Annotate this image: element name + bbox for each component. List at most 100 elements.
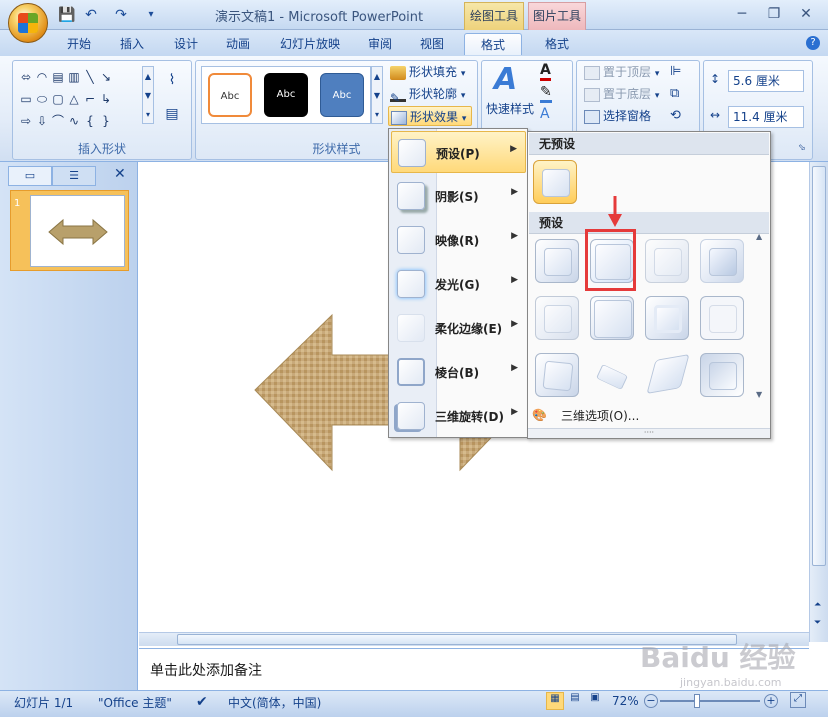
menu-item-preset[interactable]: 预设(P) ▶ <box>391 131 526 173</box>
shape-gallery-scroll[interactable]: ▲ ▼ ▾ <box>142 66 154 124</box>
tab-review[interactable]: 审阅 <box>362 33 398 55</box>
shape-hexarrow-icon[interactable]: ⬄ <box>18 69 34 85</box>
preset-12[interactable] <box>700 353 744 397</box>
help-icon[interactable]: ? <box>806 36 820 50</box>
preset-1[interactable] <box>535 239 579 283</box>
menu-item-reflection[interactable]: 映像(R) ▶ <box>391 219 526 261</box>
group-icon[interactable]: ⧉ <box>670 86 679 101</box>
undo-icon[interactable]: ↶ <box>82 6 100 24</box>
text-outline-icon[interactable]: ✎ <box>540 84 552 103</box>
quick-styles-label[interactable]: 快速样式 <box>486 100 534 117</box>
customize-quick-access-icon[interactable]: ▾ <box>142 6 160 24</box>
slideshow-view-icon[interactable]: ▣ <box>586 692 604 710</box>
menu-item-bevel[interactable]: 棱台(B) ▶ <box>391 351 526 393</box>
send-to-back-button[interactable]: 置于底层 ▾ <box>584 84 659 104</box>
quick-styles-icon[interactable]: A <box>494 62 524 98</box>
shape-effects-button[interactable]: 形状效果 ▾ <box>388 106 472 126</box>
preset-scroll-up-icon[interactable]: ▲ <box>756 232 762 241</box>
preset-none[interactable] <box>533 160 577 204</box>
shape-right-arrow-icon[interactable]: ⇨ <box>18 113 34 129</box>
shape-line-icon[interactable]: ╲ <box>82 69 98 85</box>
text-effects-icon[interactable]: A <box>540 106 550 122</box>
slide-thumbnail[interactable] <box>30 195 125 267</box>
style-preset-orange-outline[interactable]: Abc <box>208 73 252 117</box>
style-gallery-scroll[interactable]: ▲ ▼ ▾ <box>371 66 383 124</box>
notes-placeholder[interactable]: 单击此处添加备注 <box>150 660 262 680</box>
menu-item-shadow[interactable]: 阴影(S) ▶ <box>391 175 526 217</box>
text-box-icon[interactable]: ▤ <box>160 106 184 126</box>
zoom-in-icon[interactable]: + <box>764 694 778 708</box>
sorter-view-icon[interactable]: ▤ <box>566 692 584 710</box>
preset-11[interactable] <box>645 353 690 397</box>
shape-rectangle-icon[interactable]: ▭ <box>18 91 34 107</box>
shape-outline-button[interactable]: ✎ 形状轮廓 ▾ <box>390 84 465 105</box>
size-dialog-launcher-icon[interactable]: ⬂ <box>798 143 806 153</box>
tab-format-drawing[interactable]: 格式 <box>464 33 522 55</box>
tab-format-picture[interactable]: 格式 <box>534 33 580 55</box>
shape-textbox-icon[interactable]: ▤ <box>50 69 66 85</box>
tab-slideshow[interactable]: 幻灯片放映 <box>274 33 346 55</box>
style-preset-black[interactable]: Abc <box>264 73 308 117</box>
shape-brace-icon[interactable]: { <box>82 113 98 129</box>
shape-oval-icon[interactable]: ⬭ <box>34 91 50 107</box>
shape-brace-right-icon[interactable]: } <box>98 113 114 129</box>
menu-item-glow[interactable]: 发光(G) ▶ <box>391 263 526 305</box>
shape-arrow-line-icon[interactable]: ↘ <box>98 69 114 85</box>
office-button[interactable] <box>8 3 48 43</box>
preset-4[interactable] <box>700 239 744 283</box>
tab-animation[interactable]: 动画 <box>220 33 256 55</box>
preset-3[interactable] <box>645 239 689 283</box>
vertical-scrollbar[interactable]: ⏶ ⏷ <box>809 162 828 642</box>
preset-6[interactable] <box>590 296 634 340</box>
normal-view-icon[interactable]: ▦ <box>546 692 564 710</box>
shape-triangle-icon[interactable]: △ <box>66 91 82 107</box>
shape-arc-icon[interactable]: ◠ <box>34 69 50 85</box>
zoom-slider[interactable] <box>660 700 760 702</box>
tab-home[interactable]: 开始 <box>60 33 98 55</box>
width-input[interactable]: 11.4 厘米 <box>728 106 804 128</box>
panel-close-icon[interactable]: ✕ <box>114 166 126 182</box>
preset-5[interactable] <box>535 296 579 340</box>
rotate-icon[interactable]: ⟲ <box>670 108 681 123</box>
preset-8[interactable] <box>700 296 744 340</box>
3d-options-item[interactable]: 三维选项(O)... <box>531 404 769 428</box>
restore-button[interactable]: ❐ <box>762 4 786 24</box>
shape-elbow-arrow-icon[interactable]: ↳ <box>98 91 114 107</box>
zoom-out-icon[interactable]: − <box>644 694 658 708</box>
preset-9[interactable] <box>535 353 579 397</box>
resize-grip-icon[interactable]: ···· <box>528 428 770 438</box>
shape-freeform-icon[interactable]: ⌒ <box>50 113 66 129</box>
next-slide-icon[interactable]: ⏷ <box>814 618 821 628</box>
shape-elbow-icon[interactable]: ⌐ <box>82 91 98 107</box>
redo-icon[interactable]: ↷ <box>112 6 130 24</box>
shape-rounded-rect-icon[interactable]: ▢ <box>50 91 66 107</box>
minimize-button[interactable]: ─ <box>730 4 754 24</box>
fit-window-icon[interactable]: ⤢ <box>790 692 806 708</box>
prev-slide-icon[interactable]: ⏶ <box>814 600 821 610</box>
preset-10[interactable] <box>590 353 634 397</box>
shape-fill-button[interactable]: 形状填充 ▾ <box>390 62 465 82</box>
spell-check-icon[interactable]: ✔ <box>196 694 208 710</box>
menu-item-soft-edges[interactable]: 柔化边缘(E) ▶ <box>391 307 526 349</box>
menu-item-3d-rotation[interactable]: 三维旋转(D) ▶ <box>391 395 526 437</box>
style-preset-blue[interactable]: Abc <box>320 73 364 117</box>
height-input[interactable]: 5.6 厘米 <box>728 70 804 92</box>
save-icon[interactable]: 💾 <box>58 6 76 24</box>
tab-insert[interactable]: 插入 <box>114 33 150 55</box>
preset-scroll-down-icon[interactable]: ▼ <box>756 390 762 399</box>
close-button[interactable]: ✕ <box>794 4 818 24</box>
zoom-slider-thumb[interactable] <box>694 694 700 708</box>
tab-slides[interactable]: ▭ <box>8 166 52 186</box>
bring-to-front-button[interactable]: 置于顶层 ▾ <box>584 62 659 82</box>
zoom-level[interactable]: 72% <box>612 694 639 708</box>
tab-design[interactable]: 设计 <box>168 33 204 55</box>
tab-outline[interactable]: ☰ <box>52 166 96 186</box>
selection-pane-button[interactable]: 选择窗格 <box>584 106 651 126</box>
edit-shape-icon[interactable]: ⌇ <box>160 72 184 92</box>
align-icon[interactable]: ⊫ <box>670 64 681 79</box>
text-fill-icon[interactable]: A <box>540 62 551 81</box>
shape-down-arrow-icon[interactable]: ⇩ <box>34 113 50 129</box>
vscroll-thumb[interactable] <box>812 166 826 566</box>
tab-view[interactable]: 视图 <box>414 33 450 55</box>
preset-7[interactable] <box>645 296 689 340</box>
